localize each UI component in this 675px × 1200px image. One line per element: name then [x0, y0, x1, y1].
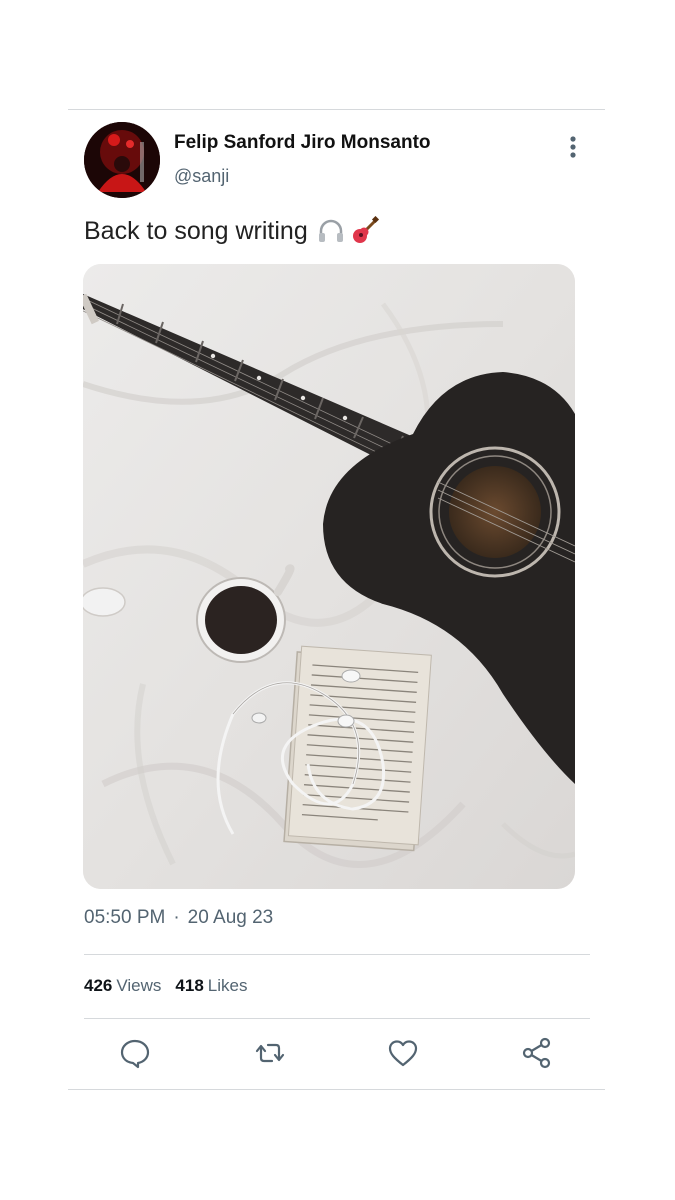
share-icon[interactable] — [520, 1036, 554, 1070]
author-handle[interactable]: @sanji — [174, 166, 229, 187]
stats-top-divider — [84, 954, 590, 955]
avatar[interactable] — [84, 122, 160, 198]
tweet-photo[interactable] — [83, 264, 575, 889]
likes-label: Likes — [207, 976, 248, 995]
like-icon[interactable] — [386, 1036, 420, 1070]
headphone-icon — [318, 219, 343, 242]
reply-icon[interactable] — [118, 1036, 152, 1070]
tweet-text: Back to song writing — [84, 216, 380, 246]
tweet-time: 05:50 PM — [84, 907, 166, 928]
tweet-stats: 426 Views 418 Likes — [84, 976, 247, 996]
likes-stat[interactable]: 418 Likes — [175, 976, 247, 995]
views-label: Views — [116, 976, 162, 995]
top-divider — [68, 109, 605, 110]
tweet-timestamp[interactable]: 05:50 PM · 20 Aug 23 — [84, 907, 273, 929]
bottom-divider — [68, 1089, 605, 1090]
author-name[interactable]: Felip Sanford Jiro Monsanto — [174, 132, 431, 154]
more-options-icon[interactable] — [562, 134, 584, 162]
likes-count: 418 — [175, 976, 204, 995]
retweet-icon[interactable] — [253, 1036, 287, 1070]
tweet-date: 20 Aug 23 — [187, 907, 274, 928]
views-stat[interactable]: 426 Views — [84, 976, 161, 995]
stats-bottom-divider — [84, 1018, 590, 1019]
meta-separator: · — [173, 907, 180, 928]
tweet-text-content: Back to song writing — [84, 216, 308, 245]
views-count: 426 — [84, 976, 113, 995]
guitar-icon — [352, 216, 379, 243]
